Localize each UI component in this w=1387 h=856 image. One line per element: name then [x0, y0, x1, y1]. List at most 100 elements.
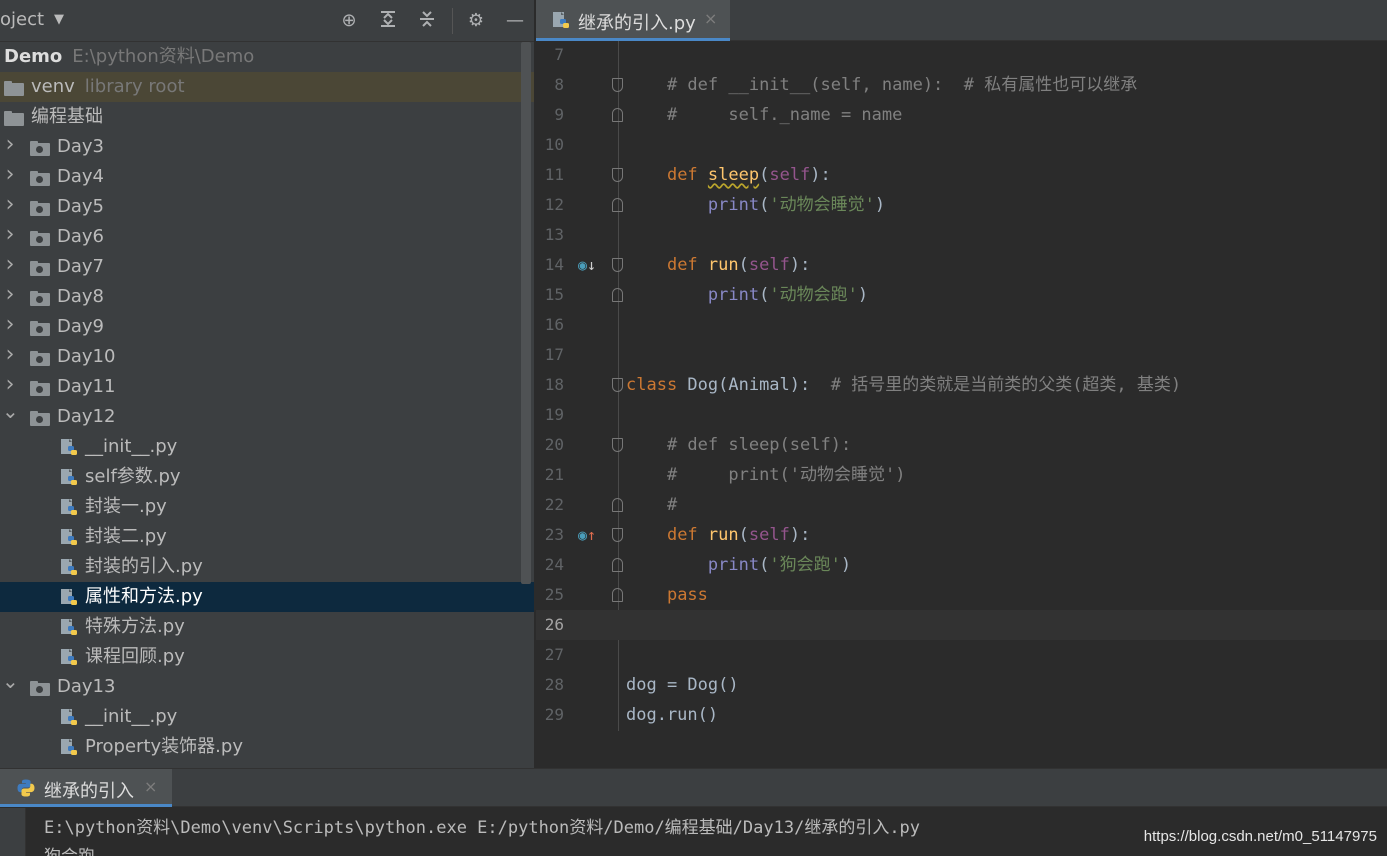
tree-item-label: Demo E:\python资料\Demo [4, 46, 255, 67]
chevron-down-icon[interactable]: ▼ [54, 12, 64, 27]
code-text: # print('动物会睡觉') [666, 465, 906, 485]
fold-start-icon[interactable] [612, 438, 623, 452]
tree-folder-item[interactable]: › Day6 [0, 222, 534, 252]
gear-icon[interactable]: ⚙ [464, 9, 488, 33]
code-line[interactable]: 7 [536, 40, 1387, 70]
chevron-right-icon[interactable]: › [2, 250, 18, 280]
tree-folder-item[interactable]: › Day5 [0, 192, 534, 222]
fold-end-icon[interactable] [612, 288, 623, 302]
tree-item-label: 特殊方法.py [85, 616, 185, 637]
overriding-method-icon[interactable]: ◉↑ [578, 520, 596, 550]
chevron-right-icon[interactable]: › [2, 220, 18, 250]
collapse-all-icon[interactable] [415, 9, 439, 33]
tree-folder-item[interactable]: venv library root [0, 72, 534, 102]
expand-all-icon[interactable] [376, 9, 400, 33]
fold-start-icon[interactable] [612, 378, 623, 392]
code-line[interactable]: 13 [536, 220, 1387, 250]
chevron-right-icon[interactable]: › [2, 310, 18, 340]
chevron-right-icon[interactable]: › [2, 130, 18, 160]
tree-file-item[interactable]: __init__.py [0, 432, 534, 462]
fold-start-icon[interactable] [612, 528, 623, 542]
fold-end-icon[interactable] [612, 558, 623, 572]
code-line[interactable]: 9 # self._name = name [536, 100, 1387, 130]
locate-crosshair-icon[interactable]: ⊕ [337, 9, 361, 33]
tree-item-label: Day7 [57, 256, 104, 277]
tree-file-item[interactable]: 封装二.py [0, 522, 534, 552]
chevron-right-icon[interactable]: › [2, 280, 18, 310]
tree-item-label: Day9 [57, 316, 104, 337]
project-tool-window: oject ▼ ⊕ ⚙ — Demo E:\python资料\Demo venv li… [0, 0, 534, 768]
code-line[interactable]: 21 # print('动物会睡觉') [536, 460, 1387, 490]
hide-minimize-icon[interactable]: — [503, 9, 527, 33]
python-file-icon [61, 469, 77, 485]
tree-item-label: Day8 [57, 286, 104, 307]
tree-folder-item[interactable]: › Day7 [0, 252, 534, 282]
tree-folder-item[interactable]: Demo E:\python资料\Demo [0, 42, 534, 72]
code-line[interactable]: 28 dog = Dog() [536, 670, 1387, 700]
code-lines[interactable]: 7 8 # def __init__(self, name): # 私有属性也可以… [536, 41, 1387, 768]
fold-end-icon[interactable] [612, 198, 623, 212]
code-line[interactable]: 24 print('狗会跑') [536, 550, 1387, 580]
close-icon[interactable]: × [704, 9, 717, 28]
code-line[interactable]: 15 print('动物会跑') [536, 280, 1387, 310]
code-line[interactable]: 25 pass [536, 580, 1387, 610]
close-icon[interactable]: × [144, 777, 157, 796]
fold-start-icon[interactable] [612, 168, 623, 182]
tree-folder-item[interactable]: 编程基础 [0, 102, 534, 132]
line-number: 29 [544, 705, 564, 724]
fold-end-icon[interactable] [612, 588, 623, 602]
run-tab-inheritance[interactable]: 继承的引入 × [0, 769, 172, 807]
code-line[interactable]: 26 [536, 610, 1387, 640]
chevron-right-icon[interactable]: › [2, 160, 18, 190]
code-line[interactable]: 29 dog.run() [536, 700, 1387, 730]
tree-file-item[interactable]: 课程回顾.py [0, 642, 534, 672]
code-line[interactable]: 18 class Dog(Animal): # 括号里的类就是当前类的父类(超类,… [536, 370, 1387, 400]
tree-file-item[interactable]: Property装饰器.py [0, 732, 534, 762]
code-line[interactable]: 23 ◉↑ def run(self): [536, 520, 1387, 550]
chevron-down-icon[interactable]: ⌄ [2, 396, 19, 426]
tree-folder-item[interactable]: ⌄ Day12 [0, 399, 534, 432]
tree-folder-item[interactable]: › Day4 [0, 162, 534, 192]
fold-end-icon[interactable] [612, 108, 623, 122]
tree-folder-item[interactable]: › Day11 [0, 372, 534, 402]
tree-folder-item[interactable]: › Day10 [0, 342, 534, 372]
tree-file-item[interactable]: 特殊方法.py [0, 612, 534, 642]
code-line[interactable]: 22 # [536, 490, 1387, 520]
editor-tab-inheritance[interactable]: 继承的引入.py × [536, 0, 730, 41]
code-line[interactable]: 27 [536, 640, 1387, 670]
chevron-right-icon[interactable]: › [2, 340, 18, 370]
fold-start-icon[interactable] [612, 78, 623, 92]
tree-scrollbar-thumb[interactable] [521, 42, 531, 584]
watermark: https://blog.csdn.net/m0_51147975 [1143, 828, 1377, 845]
chevron-down-icon[interactable]: ⌄ [2, 666, 19, 696]
tree-folder-item[interactable]: ⌄ Day13 [0, 669, 534, 702]
tree-folder-item[interactable]: › Day3 [0, 132, 534, 162]
chevron-right-icon[interactable]: › [2, 190, 18, 220]
code-line[interactable]: 14 ◉↓ def run(self): [536, 250, 1387, 280]
code-line[interactable]: 12 print('动物会睡觉') [536, 190, 1387, 220]
tree-file-item[interactable]: self参数.py [0, 462, 534, 492]
code-line[interactable]: 20 # def sleep(self): [536, 430, 1387, 460]
fold-end-icon[interactable] [612, 498, 623, 512]
line-number: 12 [544, 195, 564, 214]
tree-item-label: Day5 [57, 196, 104, 217]
tree-file-item[interactable]: 封装一.py [0, 492, 534, 522]
overridden-method-icon[interactable]: ◉↓ [578, 250, 596, 280]
code-line[interactable]: 19 [536, 400, 1387, 430]
tree-file-item[interactable]: __init__.py [0, 702, 534, 732]
tree-folder-item[interactable]: › Day8 [0, 282, 534, 312]
line-number: 20 [544, 435, 564, 454]
folder-icon [4, 81, 24, 96]
python-file-icon [61, 649, 77, 665]
tree-file-item[interactable]: 封装的引入.py [0, 552, 534, 582]
project-view-title[interactable]: oject [0, 9, 44, 30]
code-line[interactable]: 16 [536, 310, 1387, 340]
tree-file-item[interactable]: 属性和方法.py [0, 582, 534, 612]
code-line[interactable]: 17 [536, 340, 1387, 370]
code-text: print('动物会跑') [707, 285, 869, 305]
fold-start-icon[interactable] [612, 258, 623, 272]
tree-folder-item[interactable]: › Day9 [0, 312, 534, 342]
code-line[interactable]: 11 def sleep(self): [536, 160, 1387, 190]
code-line[interactable]: 8 # def __init__(self, name): # 私有属性也可以继… [536, 70, 1387, 100]
code-line[interactable]: 10 [536, 130, 1387, 160]
